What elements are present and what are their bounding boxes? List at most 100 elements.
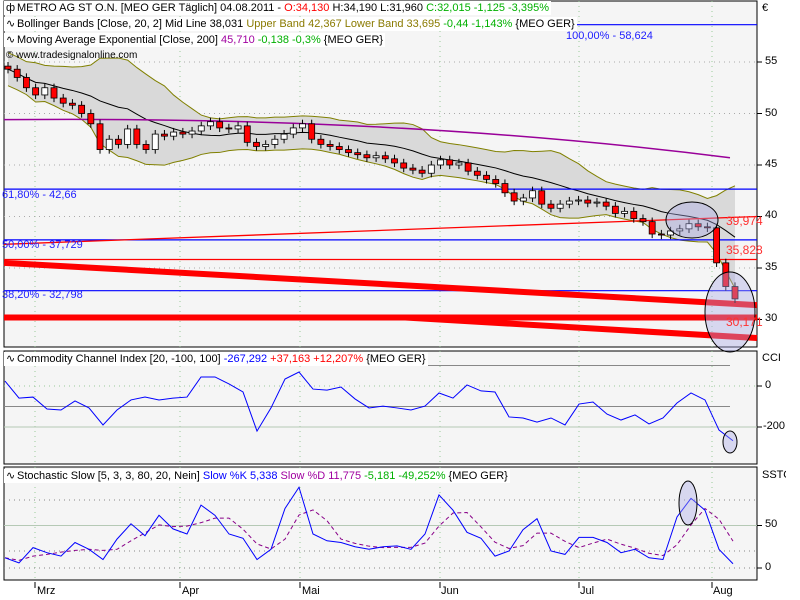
highlight-ellipse bbox=[722, 430, 738, 454]
wave-icon: ∿ bbox=[6, 34, 16, 46]
candle-body bbox=[115, 138, 122, 145]
month-label: Mai bbox=[302, 585, 320, 597]
stoch-change: -5,181 -49,252% bbox=[361, 470, 446, 482]
high-low-values: H:34,190 L:31,960 bbox=[329, 2, 427, 14]
candle-body bbox=[41, 87, 49, 96]
stoch-tick: 0 bbox=[765, 561, 772, 573]
candle-body bbox=[50, 87, 58, 99]
cci-legend[interactable]: ∿ Commodity Channel Index [20, -100, 100]… bbox=[4, 352, 428, 366]
ema-value: 45,710 bbox=[221, 34, 255, 46]
candle-body bbox=[575, 199, 582, 202]
candle-body bbox=[335, 146, 343, 150]
candle-body bbox=[354, 152, 362, 156]
candle-body bbox=[32, 87, 40, 96]
price-tick: 55 bbox=[765, 55, 778, 67]
candle-body bbox=[455, 162, 463, 166]
ema-symbol: {MEO GER} bbox=[320, 34, 384, 46]
candle-body bbox=[409, 167, 417, 171]
candle-body bbox=[510, 192, 518, 202]
stoch-tick: 50 bbox=[765, 518, 778, 530]
trend-label-39: 39,974 bbox=[726, 214, 763, 228]
candle-body bbox=[519, 197, 527, 202]
candle-body bbox=[501, 183, 509, 194]
stoch-k-value: Slow %K 5,338 bbox=[202, 470, 278, 482]
bollinger-legend[interactable]: ∿ Bollinger Bands [Close, 20, 2] Mid Line… bbox=[4, 17, 577, 31]
wave-icon: ∿ bbox=[6, 353, 16, 365]
cci-axis-title: CCI bbox=[762, 352, 781, 364]
stoch-d-value: Slow %D 11,775 bbox=[277, 470, 362, 482]
stoch-name: Stochastic Slow [5, 3, 3, 80, 20, Nein] bbox=[17, 470, 203, 482]
candle-body bbox=[584, 199, 592, 204]
candle-body bbox=[197, 125, 205, 132]
stoch-axis-title: SSTO bbox=[762, 469, 786, 481]
close-value: C:32,015 -1,125 -3,395% bbox=[426, 2, 549, 14]
stoch-symbol: {MEO GER} bbox=[445, 470, 508, 482]
candle-body bbox=[243, 125, 251, 143]
candle-body bbox=[87, 113, 95, 125]
candle-body bbox=[23, 77, 30, 89]
bb-name: Bollinger Bands [Close, 20, 2] Mid Line … bbox=[17, 18, 247, 30]
candle-body bbox=[639, 218, 647, 223]
month-label: Jul bbox=[580, 585, 595, 597]
watermark: © www.tradesignalonline.com bbox=[6, 50, 138, 61]
candle-body bbox=[547, 203, 555, 209]
candle-body bbox=[391, 158, 398, 164]
cci-panel bbox=[3, 350, 758, 465]
open-value: O:34,130 bbox=[284, 2, 330, 14]
fib-label-38: 38,20% - 32,798 bbox=[2, 289, 83, 301]
wave-icon: ∿ bbox=[6, 18, 16, 30]
trend-label-30: 30,171 bbox=[726, 315, 763, 329]
candle-body bbox=[124, 128, 132, 145]
ema-legend[interactable]: ∿ Moving Average Exponential [Close, 200]… bbox=[4, 33, 386, 47]
candle-body bbox=[473, 170, 481, 176]
candle-body bbox=[271, 138, 279, 145]
candle-body bbox=[492, 179, 500, 184]
ema-name: Moving Average Exponential [Close, 200] bbox=[17, 34, 222, 46]
candle-body bbox=[427, 164, 435, 174]
candle-body bbox=[234, 125, 242, 130]
candle-body bbox=[446, 159, 454, 166]
bb-change: -0,44 -1,143% bbox=[440, 18, 513, 30]
cci-tick: -200 bbox=[763, 420, 786, 432]
symbol-title: METRO AG ST O.N. [MEO GER Täglich] 04.08… bbox=[17, 2, 285, 14]
candle-body bbox=[602, 201, 610, 207]
candle-body bbox=[253, 141, 260, 147]
candle-body bbox=[630, 210, 638, 219]
candle-body bbox=[78, 104, 86, 114]
fib-label-61: 61,80% - 42,66 bbox=[2, 189, 77, 201]
candle-body bbox=[225, 127, 233, 130]
candle-body bbox=[464, 162, 472, 172]
candle-body bbox=[207, 121, 214, 127]
candle-body bbox=[621, 210, 628, 214]
cci-value: -267,292 bbox=[223, 353, 268, 365]
candle-body bbox=[593, 201, 601, 204]
highlight-ellipse bbox=[704, 271, 756, 353]
candle-body bbox=[657, 233, 665, 236]
highlight-ellipse bbox=[665, 201, 719, 239]
candle-body bbox=[13, 68, 21, 78]
candle-body bbox=[170, 131, 178, 137]
candle-body bbox=[556, 203, 564, 209]
candle-body bbox=[59, 97, 67, 104]
candle-body bbox=[529, 190, 536, 199]
month-label: Aug bbox=[713, 585, 733, 597]
month-label: Mrz bbox=[37, 585, 56, 597]
candle-body bbox=[188, 130, 196, 135]
price-tick: 45 bbox=[765, 158, 778, 170]
candle-body bbox=[308, 123, 316, 140]
candle-body bbox=[133, 128, 141, 145]
price-tick: 50 bbox=[765, 107, 778, 119]
ema-change: -0,138 -0,3% bbox=[254, 34, 321, 46]
cci-symbol: {MEO GER} bbox=[363, 353, 426, 365]
candle-body bbox=[96, 123, 104, 150]
candle-body bbox=[317, 138, 325, 145]
candle-body bbox=[4, 65, 12, 70]
candle-body bbox=[437, 159, 444, 166]
wave-icon: ∿ bbox=[6, 470, 16, 482]
currency-label: € bbox=[762, 2, 769, 14]
candle-body bbox=[69, 102, 76, 106]
stoch-legend[interactable]: ∿ Stochastic Slow [5, 3, 3, 80, 20, Nein]… bbox=[4, 469, 510, 483]
candle-body bbox=[713, 227, 720, 264]
candle-body bbox=[565, 200, 573, 205]
month-label: Jun bbox=[441, 585, 459, 597]
